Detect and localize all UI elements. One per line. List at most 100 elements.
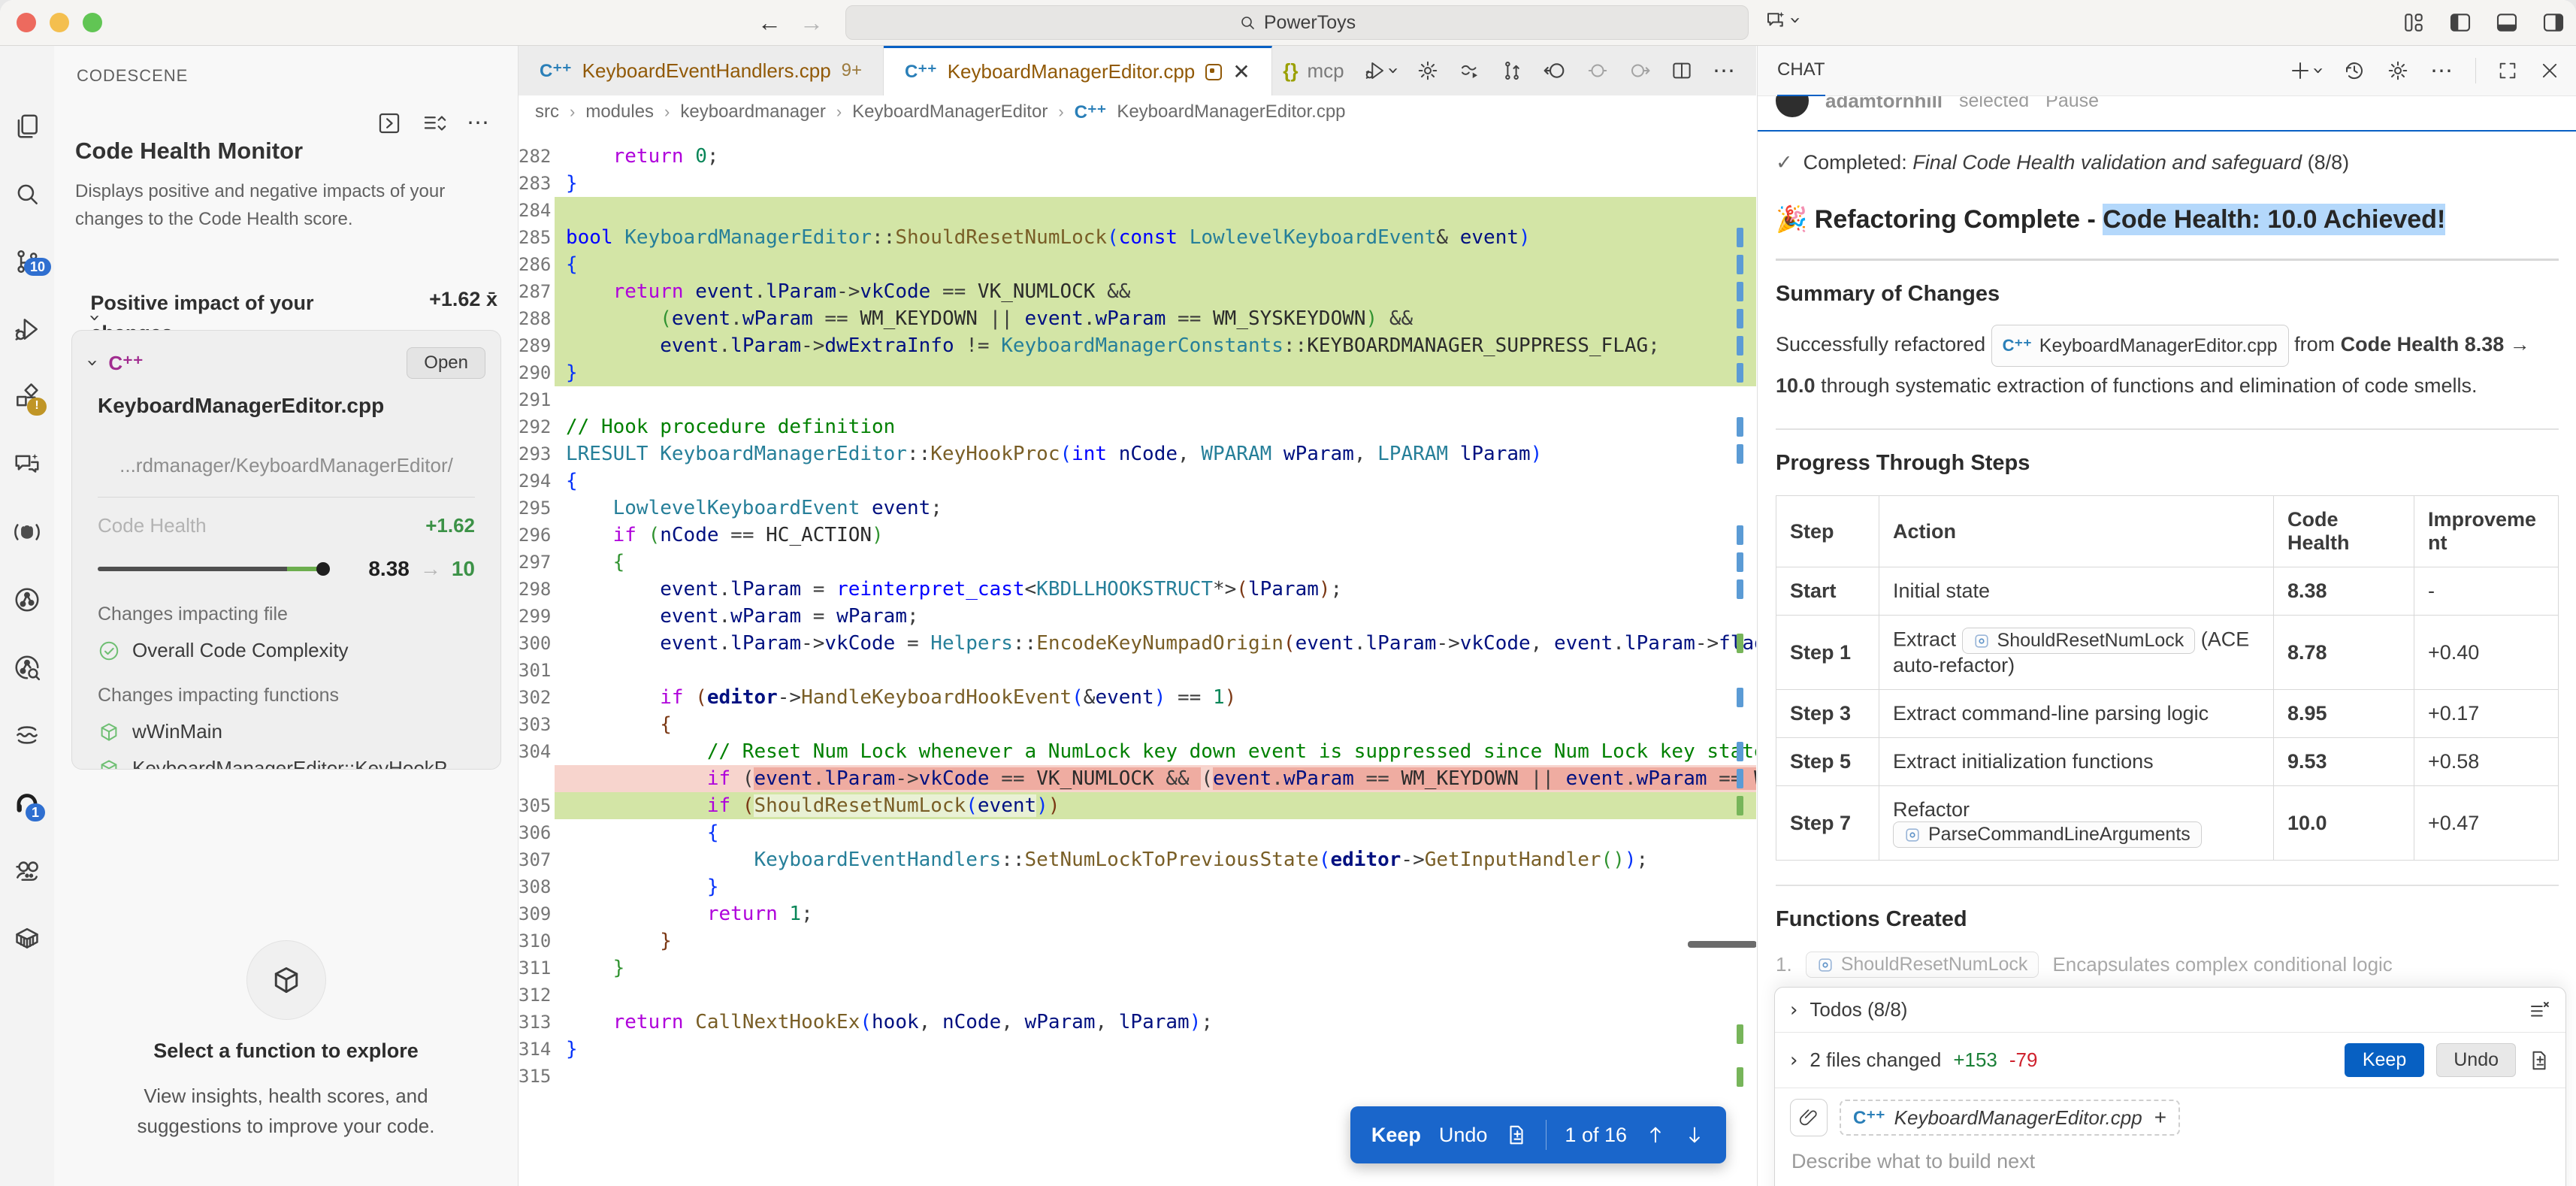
code-line[interactable]: 289 event.lParam->dwExtraInfo != Keyboar… bbox=[519, 332, 1756, 359]
code-line[interactable]: 308 } bbox=[519, 873, 1756, 900]
code-line[interactable]: 302 if (editor->HandleKeyboardHookEvent(… bbox=[519, 684, 1756, 711]
run-debug-icon[interactable] bbox=[13, 315, 41, 343]
blob-extension-icon[interactable] bbox=[13, 518, 41, 546]
code-line[interactable]: 294{ bbox=[519, 467, 1756, 495]
breadcrumb-item[interactable]: KeyboardManagerEditor bbox=[852, 101, 1048, 123]
code-line[interactable]: 306 { bbox=[519, 819, 1756, 846]
file-impact-item[interactable]: Overall Code Complexity bbox=[98, 639, 500, 662]
diff-file-icon[interactable] bbox=[1505, 1124, 1528, 1146]
chat-more-icon[interactable]: ⋯ bbox=[2430, 58, 2454, 84]
nav-dot-icon[interactable] bbox=[1586, 59, 1609, 82]
code-line[interactable]: 315 bbox=[519, 1063, 1756, 1090]
code-line[interactable]: 296 if (nCode == HC_ACTION) bbox=[519, 522, 1756, 549]
sidebar-more-icon[interactable]: ⋯ bbox=[467, 110, 491, 136]
open-panel-icon[interactable] bbox=[376, 110, 402, 136]
keep-all-button[interactable]: Keep bbox=[2345, 1043, 2424, 1077]
function-chip[interactable]: ParseCommandLineArguments bbox=[1893, 821, 2202, 848]
code-line[interactable]: 290} bbox=[519, 359, 1756, 386]
gear-icon[interactable] bbox=[2387, 59, 2409, 82]
files-changed-row[interactable]: › 2 files changed +153 -79 Keep Undo bbox=[1775, 1033, 2565, 1088]
editor-more-icon[interactable]: ⋯ bbox=[1713, 58, 1737, 84]
open-file-button[interactable]: Open bbox=[407, 347, 485, 379]
undo-edit-button[interactable]: Undo bbox=[1439, 1124, 1488, 1147]
code-line[interactable]: 286{ bbox=[519, 251, 1756, 278]
minimize-window-button[interactable] bbox=[50, 13, 69, 32]
code-line[interactable]: 307 KeyboardEventHandlers::SetNumLockToP… bbox=[519, 846, 1756, 873]
code-line[interactable]: 313 return CallNextHookEx(hook, nCode, w… bbox=[519, 1009, 1756, 1036]
modified-indicator-icon[interactable] bbox=[1205, 64, 1222, 80]
copilot-title-button[interactable]: › bbox=[1764, 9, 1799, 32]
code-line[interactable]: 293LRESULT KeyboardManagerEditor::KeyHoo… bbox=[519, 440, 1756, 467]
navigate-forward-button[interactable]: → bbox=[791, 9, 833, 37]
breadcrumb-item[interactable]: KeyboardManagerEditor.cpp bbox=[1117, 101, 1345, 123]
codescene-monitor-icon[interactable] bbox=[13, 585, 41, 614]
code-line[interactable]: 301 bbox=[519, 657, 1756, 684]
compare-changes-icon[interactable] bbox=[1501, 59, 1523, 82]
toggle-secondary-sidebar-icon[interactable] bbox=[2541, 11, 2565, 35]
fn-impact-item[interactable]: wWinMain bbox=[98, 720, 500, 743]
code-line[interactable]: 297 { bbox=[519, 549, 1756, 576]
tab-chat[interactable]: CHAT bbox=[1777, 45, 1825, 97]
gear-icon[interactable] bbox=[1416, 59, 1439, 82]
maximize-panel-icon[interactable] bbox=[2497, 60, 2518, 81]
code-line[interactable]: 304 // Reset Num Lock whenever a NumLock… bbox=[519, 738, 1756, 765]
breadcrumb-item[interactable]: modules bbox=[585, 101, 654, 123]
keep-edit-button[interactable]: Keep bbox=[1371, 1124, 1421, 1147]
previous-edit-icon[interactable] bbox=[1645, 1124, 1666, 1145]
close-window-button[interactable] bbox=[17, 13, 36, 32]
clear-list-icon[interactable] bbox=[2528, 999, 2550, 1021]
code-line[interactable]: 311 } bbox=[519, 955, 1756, 982]
undo-all-button[interactable]: Undo bbox=[2436, 1043, 2516, 1077]
diff-file-icon[interactable] bbox=[2528, 1049, 2550, 1072]
command-center-search[interactable]: PowerToys bbox=[845, 5, 1749, 40]
chevron-down-icon[interactable]: › bbox=[81, 359, 104, 367]
container-extension-icon[interactable] bbox=[13, 924, 41, 952]
close-panel-icon[interactable] bbox=[2539, 60, 2560, 81]
codescene-explore-icon[interactable] bbox=[13, 653, 41, 682]
attached-file-chip[interactable]: C⁺⁺ KeyboardManagerEditor.cpp + bbox=[1840, 1100, 2180, 1136]
fn-impact-item[interactable]: KeyboardManagerEditor::KeyHookP bbox=[98, 757, 500, 770]
toggle-primary-sidebar-icon[interactable] bbox=[2448, 11, 2472, 35]
squiggle-extension-icon[interactable] bbox=[13, 721, 41, 749]
code-line[interactable]: 310 } bbox=[519, 927, 1756, 955]
collapse-all-icon[interactable] bbox=[422, 110, 447, 136]
function-chip[interactable]: ShouldResetNumLock bbox=[1806, 952, 2039, 978]
split-editor-icon[interactable] bbox=[1670, 59, 1693, 82]
history-icon[interactable] bbox=[2343, 59, 2366, 82]
code-line[interactable]: 287 return event.lParam->vkCode == VK_NU… bbox=[519, 278, 1756, 305]
toggle-panel-icon[interactable] bbox=[2495, 11, 2519, 35]
chat-scroll-area[interactable]: ✓ Completed: Final Code Health validatio… bbox=[1758, 132, 2576, 1186]
breadcrumb-item[interactable]: src bbox=[535, 101, 559, 123]
run-code-actions-icon[interactable] bbox=[1459, 59, 1481, 82]
code-line[interactable]: 285bool KeyboardManagerEditor::ShouldRes… bbox=[519, 224, 1756, 251]
navigate-back-circle-icon[interactable] bbox=[1543, 59, 1567, 83]
code-line[interactable]: if (event.lParam->vkCode == VK_NUMLOCK &… bbox=[519, 765, 1756, 792]
new-chat-button[interactable]: › bbox=[2289, 59, 2322, 82]
code-editor[interactable]: 282 return 0;283}284285bool KeyboardMana… bbox=[519, 129, 1756, 1186]
next-edit-icon[interactable] bbox=[1684, 1124, 1705, 1145]
chat-extension-icon[interactable] bbox=[13, 450, 41, 479]
code-line[interactable]: 284 bbox=[519, 197, 1756, 224]
code-line[interactable]: 305 if (ShouldResetNumLock(event)) bbox=[519, 792, 1756, 819]
breadcrumb-item[interactable]: keyboardmanager bbox=[680, 101, 825, 123]
run-debug-file-button[interactable]: › bbox=[1364, 59, 1397, 82]
code-line[interactable]: 300 event.lParam->vkCode = Helpers::Enco… bbox=[519, 630, 1756, 657]
code-line[interactable]: 283} bbox=[519, 170, 1756, 197]
code-line[interactable]: 288 (event.wParam == WM_KEYDOWN || event… bbox=[519, 305, 1756, 332]
chat-input[interactable]: Describe what to build next bbox=[1775, 1139, 2565, 1181]
code-line[interactable]: 298 event.lParam = reinterpret_cast<KBDL… bbox=[519, 576, 1756, 603]
code-line[interactable]: 312 bbox=[519, 982, 1756, 1009]
code-line[interactable]: 291 bbox=[519, 386, 1756, 413]
zoom-window-button[interactable] bbox=[83, 13, 102, 32]
code-line[interactable]: 299 event.wParam = wParam; bbox=[519, 603, 1756, 630]
code-line[interactable]: 303 { bbox=[519, 711, 1756, 738]
code-line[interactable]: 309 return 1; bbox=[519, 900, 1756, 927]
attach-button[interactable] bbox=[1790, 1099, 1828, 1136]
goggles-robot-icon[interactable] bbox=[13, 856, 41, 885]
navigate-forward-circle-icon[interactable] bbox=[1628, 59, 1651, 82]
function-chip[interactable]: ShouldResetNumLock bbox=[1962, 628, 2196, 654]
code-line[interactable]: 282 return 0; bbox=[519, 143, 1756, 170]
scrollbar-thumb[interactable] bbox=[1688, 941, 1756, 948]
todos-row[interactable]: › Todos (8/8) bbox=[1775, 988, 2565, 1033]
tab-keyboardmanagereditor[interactable]: C⁺⁺ KeyboardManagerEditor.cpp ✕ bbox=[884, 46, 1272, 96]
